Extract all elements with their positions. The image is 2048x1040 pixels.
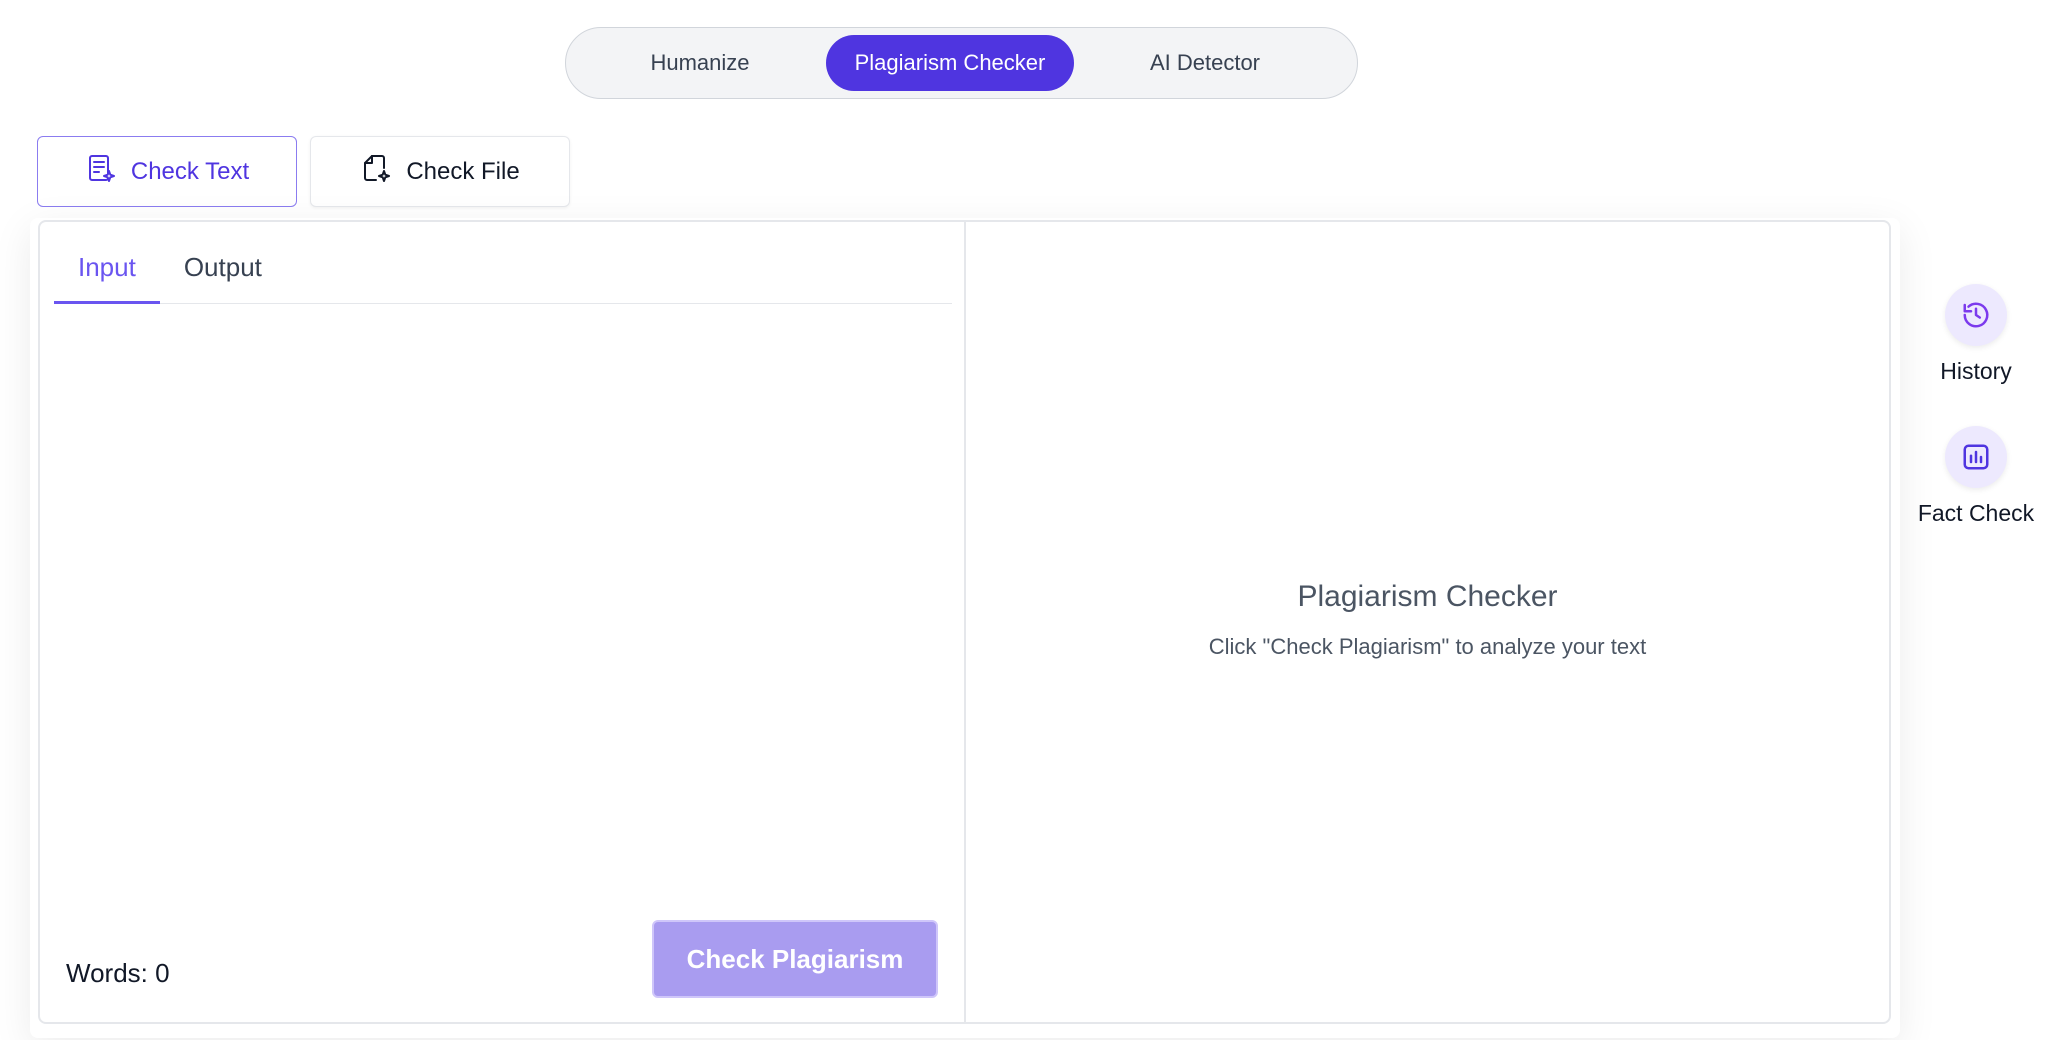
input-output-tabs: Input Output [54,248,952,304]
check-file-label: Check File [406,157,520,185]
check-text-label: Check Text [130,157,250,185]
result-pane: Plagiarism Checker Click "Check Plagiari… [966,222,1889,1022]
mode-humanize-button[interactable]: Humanize [574,35,826,91]
mode-ai-detector-button[interactable]: AI Detector [1074,35,1336,91]
mode-switcher: Humanize Plagiarism Checker AI Detector [565,27,1358,99]
check-text-tab[interactable]: Check Text [37,136,297,207]
history-icon [1945,284,2007,346]
history-button[interactable]: History [1908,284,2044,385]
text-input[interactable] [54,306,952,896]
empty-state-title: Plagiarism Checker [1297,580,1558,613]
file-sparkle-icon [360,152,392,191]
empty-state: Plagiarism Checker Click "Check Plagiari… [966,580,1889,660]
tab-output[interactable]: Output [160,248,286,304]
main-panel: Input Output Words: 0 Check Plagiarism P… [38,220,1891,1024]
empty-state-subtitle: Click "Check Plagiarism" to analyze your… [1208,634,1647,659]
document-sparkle-icon [85,152,117,191]
fact-check-label: Fact Check [1917,500,2035,526]
history-label: History [1940,358,2012,384]
bar-chart-icon [1945,426,2007,488]
check-file-tab[interactable]: Check File [310,136,570,207]
input-pane: Input Output Words: 0 Check Plagiarism [40,222,966,1022]
fact-check-button[interactable]: Fact Check [1908,426,2044,527]
mode-plagiarism-checker-button[interactable]: Plagiarism Checker [826,35,1074,91]
page: Humanize Plagiarism Checker AI Detector … [0,0,2048,1040]
tab-input[interactable]: Input [54,248,160,304]
word-count: Words: 0 [66,958,170,988]
check-plagiarism-button[interactable]: Check Plagiarism [652,920,938,998]
